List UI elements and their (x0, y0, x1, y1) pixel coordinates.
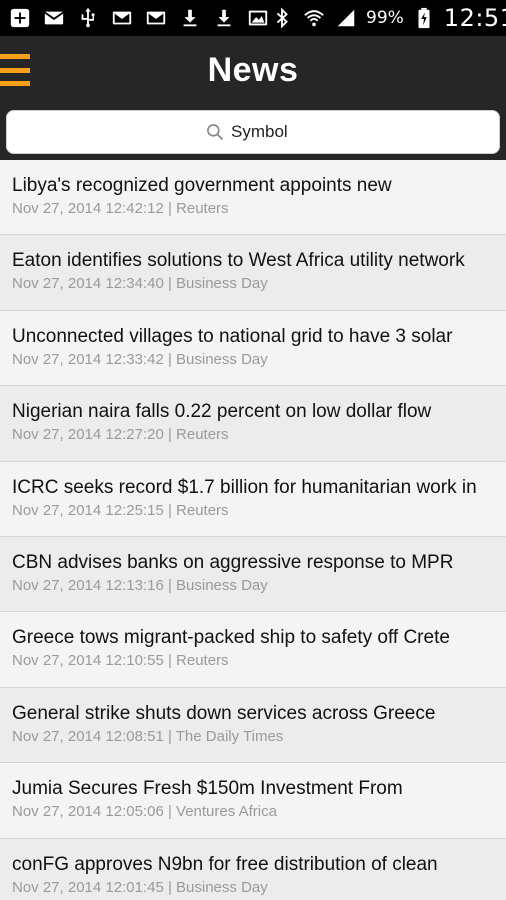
list-item[interactable]: Libya's recognized government appoints n… (0, 160, 506, 236)
meta-separator: | (163, 426, 177, 444)
meta-separator: | (163, 878, 177, 896)
page-title: News (207, 50, 299, 89)
news-meta: Nov 27, 2014 12:34:40 | Business Day (12, 274, 494, 294)
meta-separator: | (163, 652, 177, 670)
news-headline: Jumia Secures Fresh $150m Investment Fro… (12, 778, 403, 800)
news-meta: Nov 27, 2014 12:05:06 | Ventures Africa (12, 802, 494, 822)
search-box[interactable] (6, 110, 500, 154)
news-timestamp: Nov 27, 2014 12:33:42 (12, 350, 164, 368)
news-headline: Eaton identifies solutions to West Afric… (12, 250, 465, 272)
news-timestamp: Nov 27, 2014 12:34:40 (12, 275, 164, 293)
usb-icon (76, 6, 100, 30)
list-item[interactable]: General strike shuts down services acros… (0, 687, 506, 764)
list-item[interactable]: CBN advises banks on aggressive response… (0, 536, 506, 613)
news-headline: conFG approves N9bn for free distributio… (12, 853, 438, 875)
list-item[interactable]: Unconnected villages to national grid to… (0, 310, 506, 387)
news-source: Reuters (176, 426, 229, 444)
bluetooth-icon (270, 6, 294, 30)
app-bar: News (0, 36, 506, 104)
wifi-icon (302, 6, 326, 30)
meta-separator: | (163, 275, 177, 293)
news-source: Business Day (176, 350, 268, 368)
news-timestamp: Nov 27, 2014 12:13:16 (12, 576, 164, 594)
news-meta: Nov 27, 2014 12:25:15 | Reuters (12, 501, 494, 521)
news-timestamp: Nov 27, 2014 12:42:12 (12, 200, 164, 217)
download-icon (212, 6, 236, 30)
list-item[interactable]: conFG approves N9bn for free distributio… (0, 838, 506, 900)
news-headline: CBN advises banks on aggressive response… (12, 551, 454, 573)
news-timestamp: Nov 27, 2014 12:01:45 (12, 878, 164, 896)
news-headline: Libya's recognized government appoints n… (12, 175, 392, 196)
news-headline: Greece tows migrant-packed ship to safet… (12, 627, 450, 649)
news-meta: Nov 27, 2014 12:33:42 | Business Day (12, 350, 494, 370)
news-timestamp: Nov 27, 2014 12:25:15 (12, 501, 164, 519)
list-item[interactable]: Eaton identifies solutions to West Afric… (0, 235, 506, 311)
search-icon (207, 124, 224, 141)
news-headline: General strike shuts down services acros… (12, 702, 436, 724)
news-source: Business Day (176, 878, 268, 896)
meta-separator: | (163, 350, 177, 368)
menu-icon[interactable] (0, 52, 34, 88)
news-timestamp: Nov 27, 2014 12:27:20 (12, 426, 164, 444)
list-item[interactable]: Nigerian naira falls 0.22 percent on low… (0, 386, 506, 462)
battery-charging-icon (412, 6, 436, 30)
news-headline: Nigerian naira falls 0.22 percent on low… (12, 401, 432, 423)
signal-icon (334, 6, 358, 30)
news-source: Reuters (176, 652, 229, 670)
news-source: Business Day (176, 275, 268, 293)
list-item[interactable]: Jumia Secures Fresh $150m Investment Fro… (0, 763, 506, 839)
news-meta: Nov 27, 2014 12:10:55 | Reuters (12, 651, 494, 671)
news-timestamp: Nov 27, 2014 12:10:55 (12, 652, 164, 670)
mail-icon (42, 6, 66, 30)
news-source: Reuters (176, 501, 229, 519)
image-icon (246, 6, 270, 30)
meta-separator: | (163, 727, 176, 745)
meta-separator: | (163, 200, 177, 217)
meta-separator: | (163, 576, 177, 594)
meta-separator: | (163, 501, 177, 519)
news-timestamp: Nov 27, 2014 12:08:51 (12, 727, 164, 745)
notification-icons (8, 6, 270, 30)
search-input[interactable] (231, 122, 301, 142)
news-timestamp: Nov 27, 2014 12:05:06 (12, 803, 164, 821)
gmail-icon (110, 6, 134, 30)
meta-separator: | (163, 803, 177, 821)
news-meta: Nov 27, 2014 12:42:12 | Reuters (12, 199, 494, 219)
news-source: Reuters (176, 200, 229, 217)
list-item[interactable]: ICRC seeks record $1.7 billion for human… (0, 461, 506, 537)
news-source: Ventures Africa (176, 803, 277, 821)
clock: 12:51 (443, 4, 506, 32)
news-source: The Daily Times (175, 727, 284, 745)
plus-icon (8, 6, 32, 30)
search-bar (0, 104, 506, 160)
news-meta: Nov 27, 2014 12:01:45 | Business Day (12, 878, 494, 898)
news-list: Libya's recognized government appoints n… (0, 160, 506, 900)
system-icons: 99% 12:51 (270, 4, 506, 32)
news-meta: Nov 27, 2014 12:27:20 | Reuters (12, 425, 494, 445)
news-meta: Nov 27, 2014 12:08:51 | The Daily Times (12, 727, 494, 747)
news-meta: Nov 27, 2014 12:13:16 | Business Day (12, 576, 494, 596)
news-source: Business Day (176, 576, 268, 594)
download-icon (178, 6, 202, 30)
news-headline: Unconnected villages to national grid to… (12, 325, 453, 347)
gmail-icon (144, 6, 168, 30)
news-headline: ICRC seeks record $1.7 billion for human… (12, 476, 477, 498)
list-item[interactable]: Greece tows migrant-packed ship to safet… (0, 612, 506, 688)
status-bar: 99% 12:51 (0, 0, 506, 36)
battery-percent: 99% (366, 8, 404, 28)
